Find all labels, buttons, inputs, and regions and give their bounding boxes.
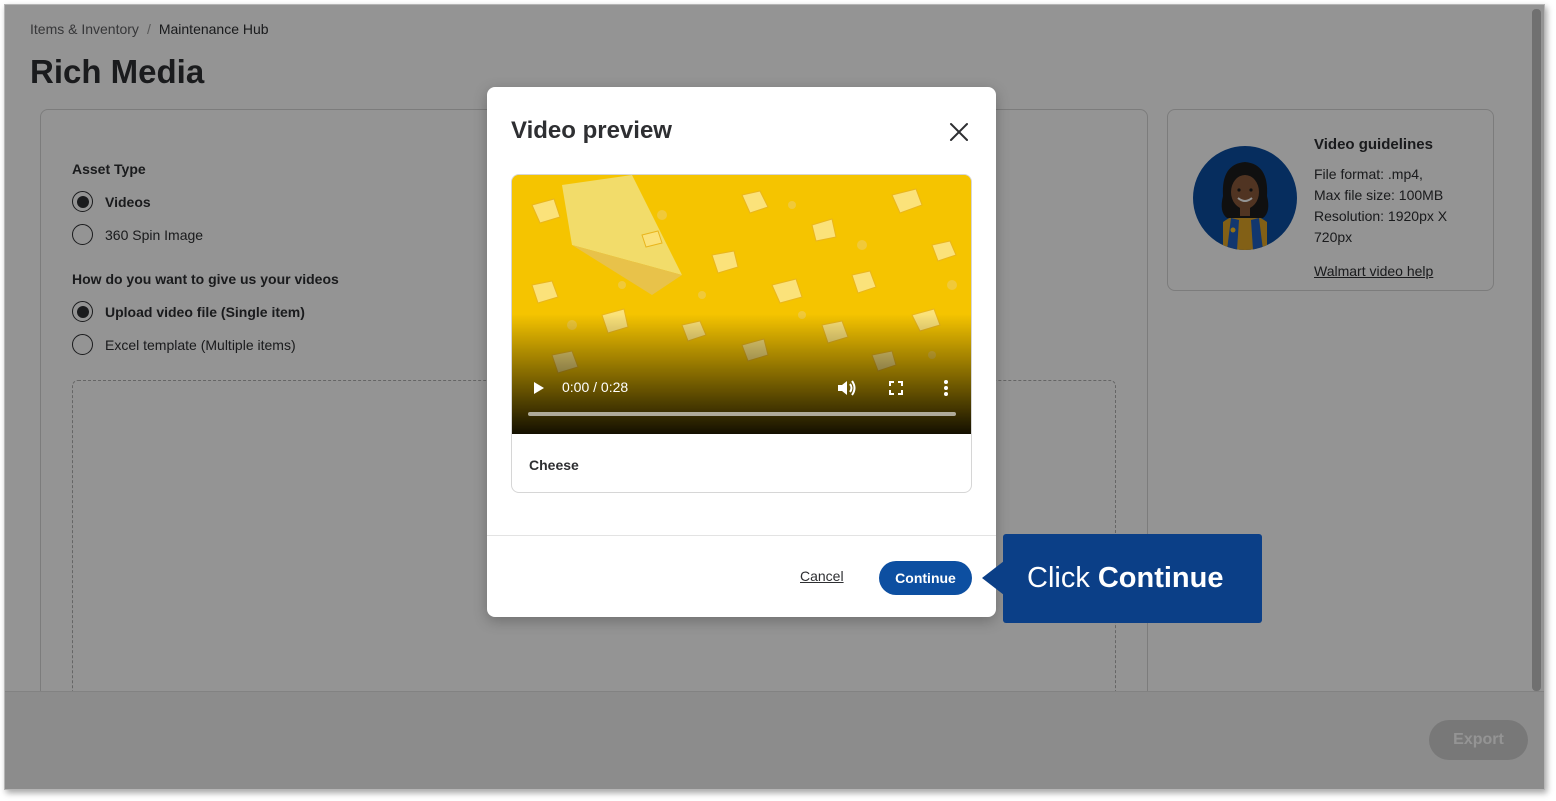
video-controls: 0:00 / 0:28 bbox=[512, 364, 971, 434]
continue-button[interactable]: Continue bbox=[879, 561, 972, 595]
more-options-icon[interactable] bbox=[935, 377, 957, 399]
video-progress-bar[interactable] bbox=[528, 412, 956, 416]
volume-icon[interactable] bbox=[835, 377, 857, 399]
modal-divider bbox=[487, 535, 996, 536]
video-time: 0:00 / 0:28 bbox=[562, 379, 629, 395]
play-icon[interactable] bbox=[528, 378, 548, 398]
close-icon[interactable] bbox=[947, 120, 971, 144]
video-card: 0:00 / 0:28 Cheese bbox=[511, 174, 972, 493]
modal-title: Video preview bbox=[511, 117, 672, 144]
video-caption: Cheese bbox=[529, 457, 579, 473]
video-preview-modal: Video preview 0:00 / 0:28 Cheese Cancel … bbox=[487, 87, 996, 617]
cancel-button[interactable]: Cancel bbox=[800, 568, 844, 584]
callout-prefix: Click bbox=[1027, 562, 1090, 594]
tutorial-callout: Click Continue bbox=[982, 534, 1262, 623]
callout-emphasis: Continue bbox=[1097, 562, 1224, 594]
video-player[interactable]: 0:00 / 0:28 bbox=[512, 175, 971, 434]
app-window: Items & Inventory / Maintenance Hub Rich… bbox=[4, 4, 1545, 790]
fullscreen-icon[interactable] bbox=[885, 377, 907, 399]
